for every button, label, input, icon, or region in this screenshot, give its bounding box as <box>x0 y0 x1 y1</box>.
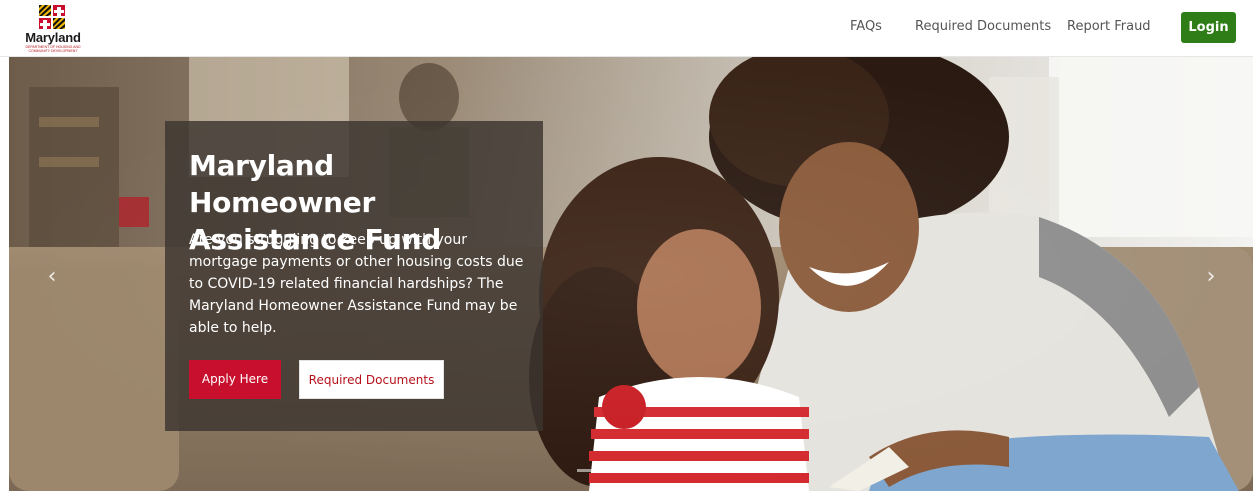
nav-report-fraud-link[interactable]: Report Fraud <box>1067 19 1151 34</box>
carousel-next-button[interactable]: › <box>1196 257 1226 297</box>
chevron-right-icon: › <box>1206 264 1216 289</box>
carousel-indicator-2[interactable] <box>606 469 630 472</box>
apply-here-button[interactable]: Apply Here <box>189 360 281 399</box>
hero-caption-panel: Maryland Homeowner Assistance Fund Are y… <box>165 121 543 431</box>
carousel-prev-button[interactable]: ‹ <box>37 257 67 297</box>
login-button[interactable]: Login <box>1181 12 1236 43</box>
required-documents-button[interactable]: Required Documents <box>299 360 444 399</box>
hero-description: Are you struggling to keep up with your … <box>189 232 524 336</box>
site-header: Maryland Department of Housing and Commu… <box>0 0 1253 57</box>
nav-faqs-link[interactable]: FAQs <box>850 19 882 34</box>
maryland-logo[interactable]: Maryland Department of Housing and Commu… <box>20 3 86 53</box>
nav-required-documents-link[interactable]: Required Documents <box>915 19 1051 34</box>
carousel-indicator-1[interactable] <box>577 469 601 472</box>
chevron-left-icon: ‹ <box>47 264 57 289</box>
maryland-flag-icon <box>39 5 65 29</box>
carousel-indicator-3[interactable] <box>635 469 659 472</box>
logo-subtitle: Department of Housing and Community Deve… <box>25 45 81 53</box>
logo-text: Maryland <box>25 30 81 45</box>
